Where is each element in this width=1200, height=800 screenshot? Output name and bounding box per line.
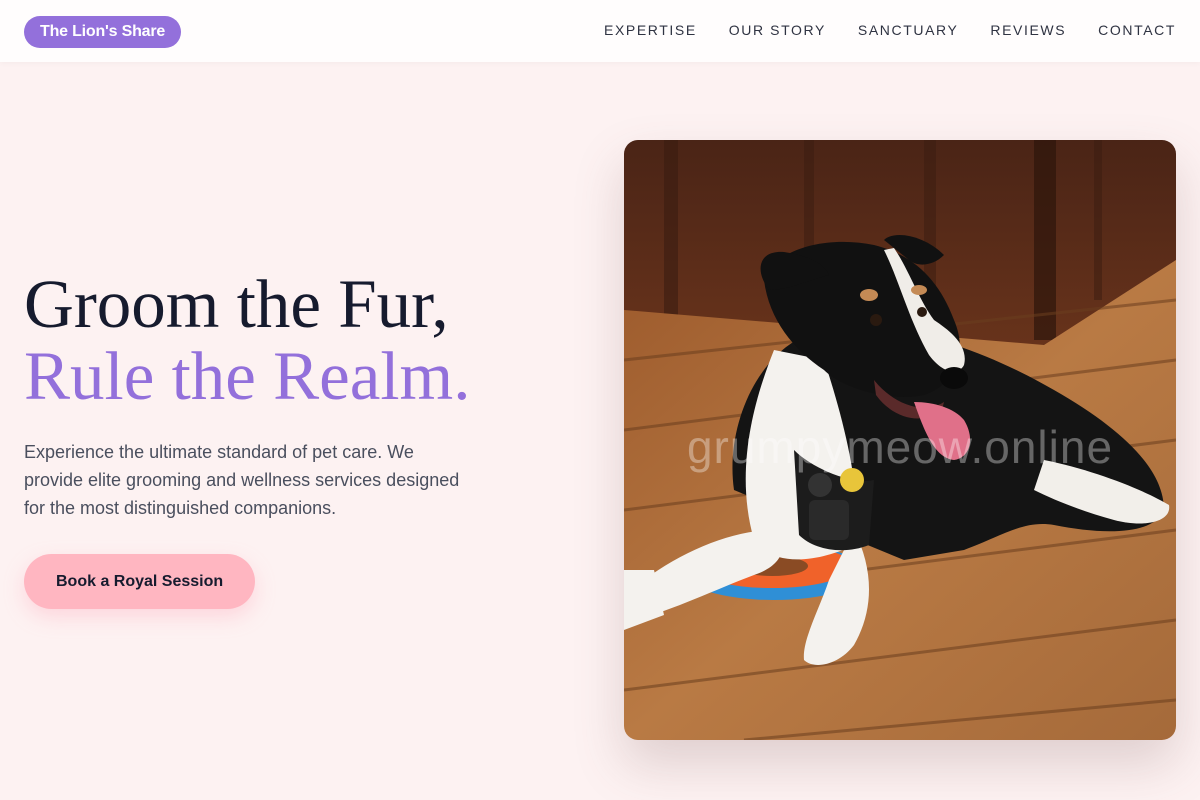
hero-headline: Groom the Fur, Rule the Realm. xyxy=(24,268,584,412)
nav-link-reviews[interactable]: REVIEWS xyxy=(990,22,1066,38)
headline-line-2: Rule the Realm. xyxy=(24,338,471,414)
nav-link-sanctuary[interactable]: SANCTUARY xyxy=(858,22,959,38)
nav-link-our-story[interactable]: OUR STORY xyxy=(729,22,826,38)
hero-copy: Groom the Fur, Rule the Realm. Experienc… xyxy=(24,268,584,522)
image-watermark: grumpymeow.online xyxy=(686,421,1114,473)
brand-logo[interactable]: The Lion's Share xyxy=(24,16,182,48)
main-nav: EXPERTISE OUR STORY SANCTUARY REVIEWS CO… xyxy=(604,22,1176,38)
headline-line-1: Groom the Fur, xyxy=(24,266,449,342)
book-session-button[interactable]: Book a Royal Session xyxy=(24,554,256,609)
site-header: The Lion's Share EXPERTISE OUR STORY SAN… xyxy=(0,0,1200,62)
hero-description: Experience the ultimate standard of pet … xyxy=(24,442,460,518)
hero-dog-image: grumpymeow.online xyxy=(624,140,1176,740)
nav-link-expertise[interactable]: EXPERTISE xyxy=(604,22,697,38)
nav-link-contact[interactable]: CONTACT xyxy=(1098,22,1176,38)
